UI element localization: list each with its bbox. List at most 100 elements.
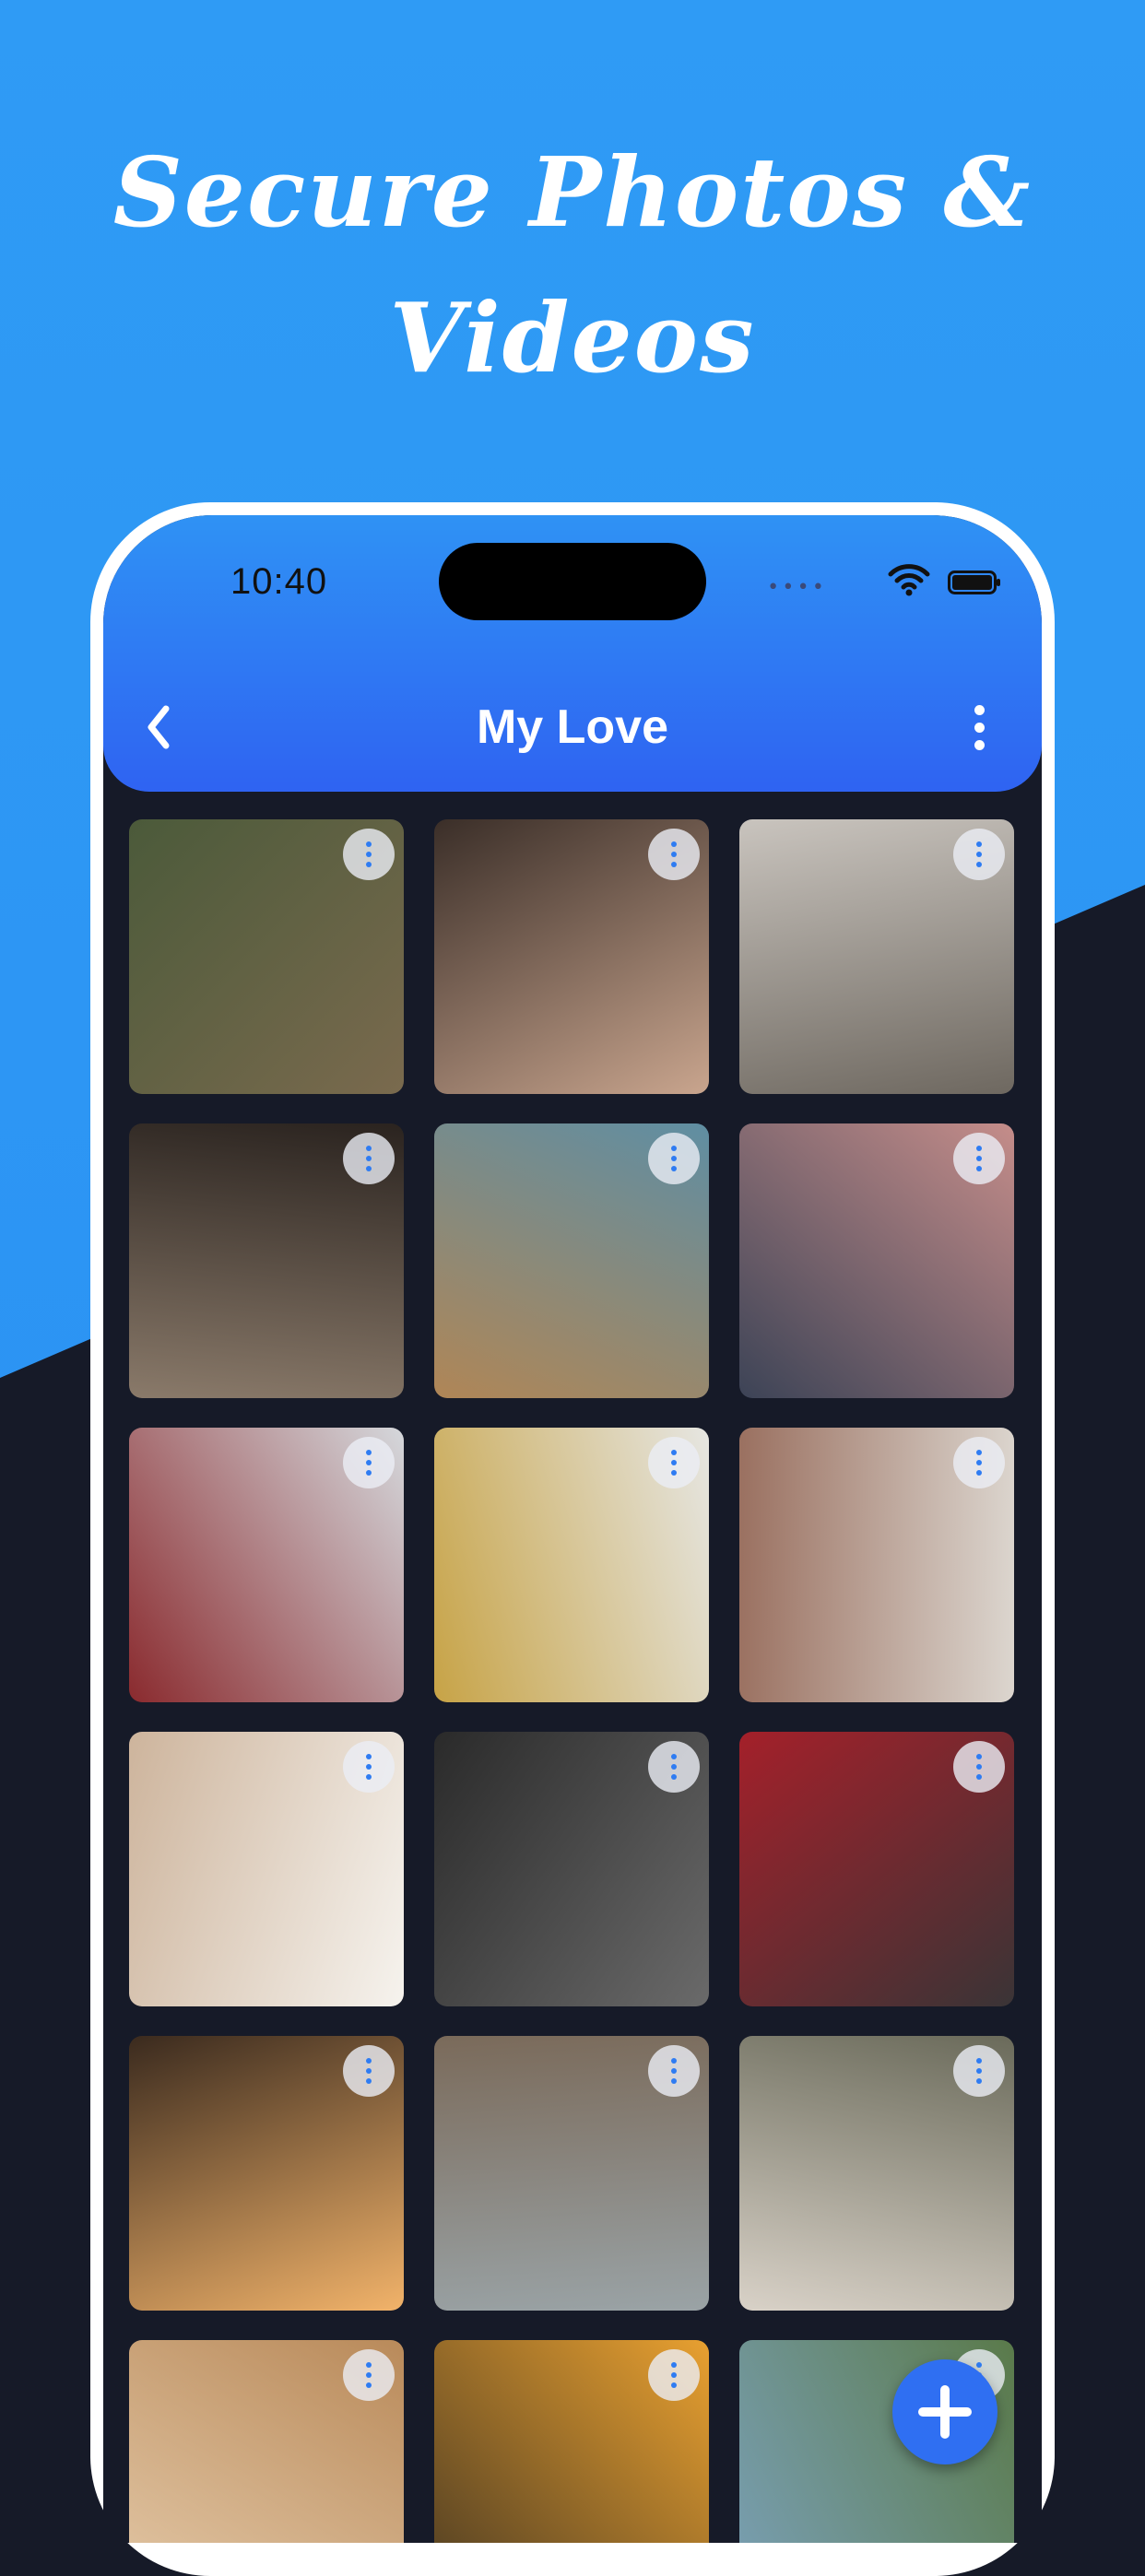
- dynamic-island: [439, 543, 706, 620]
- photo-more-button[interactable]: [343, 1437, 395, 1488]
- more-vertical-icon: [366, 841, 372, 847]
- photo-more-button[interactable]: [953, 829, 1005, 880]
- photo-grid: [129, 819, 1016, 2543]
- photo-tile[interactable]: [434, 2340, 709, 2543]
- more-vertical-icon: [671, 841, 677, 847]
- more-vertical-icon: [366, 1166, 372, 1171]
- more-vertical-icon: [976, 2068, 982, 2074]
- more-vertical-icon: [976, 852, 982, 857]
- photo-more-button[interactable]: [648, 2349, 700, 2401]
- more-vertical-icon: [671, 1460, 677, 1465]
- status-time: 10:40: [230, 561, 328, 602]
- more-vertical-icon: [671, 1450, 677, 1455]
- photo-more-button[interactable]: [343, 1133, 395, 1184]
- more-vertical-icon: [671, 2078, 677, 2084]
- headline: Secure Photos & Videos: [112, 135, 1033, 394]
- more-vertical-icon: [671, 1166, 677, 1171]
- top-bar: 10:40 •••• My Love: [103, 515, 1042, 792]
- more-vertical-icon: [671, 2382, 677, 2388]
- more-vertical-icon: [671, 862, 677, 867]
- more-vertical-icon: [671, 1764, 677, 1770]
- more-vertical-icon: [366, 2362, 372, 2368]
- more-vertical-icon: [976, 1146, 982, 1151]
- more-vertical-icon: [671, 2362, 677, 2368]
- more-vertical-icon: [671, 1470, 677, 1476]
- more-vertical-icon: [366, 2078, 372, 2084]
- signal-icon: ••••: [767, 576, 827, 599]
- photo-more-button[interactable]: [648, 2045, 700, 2097]
- phone-screen: 10:40 •••• My Love: [103, 515, 1042, 2543]
- wifi-icon: [888, 564, 930, 596]
- more-vertical-icon: [976, 2058, 982, 2064]
- more-vertical-icon: [976, 1764, 982, 1770]
- more-vertical-icon: [976, 1156, 982, 1161]
- page-title: My Love: [476, 700, 669, 754]
- photo-more-button[interactable]: [648, 1741, 700, 1793]
- photo-tile[interactable]: [129, 2036, 404, 2311]
- photo-tile[interactable]: [739, 819, 1014, 1094]
- more-options-button[interactable]: [951, 690, 1007, 764]
- more-vertical-icon: [671, 2372, 677, 2378]
- photo-more-button[interactable]: [343, 2045, 395, 2097]
- photo-more-button[interactable]: [343, 1741, 395, 1793]
- photo-tile[interactable]: [739, 1123, 1014, 1398]
- more-vertical-icon: [366, 2382, 372, 2388]
- more-vertical-icon: [671, 2068, 677, 2074]
- status-icons: ••••: [767, 564, 1000, 602]
- more-vertical-icon: [976, 862, 982, 867]
- more-vertical-icon: [671, 852, 677, 857]
- more-vertical-icon: [366, 1470, 372, 1476]
- photo-tile[interactable]: [434, 819, 709, 1094]
- more-vertical-icon: [974, 705, 985, 715]
- more-vertical-icon: [366, 2058, 372, 2064]
- photo-tile[interactable]: [739, 1428, 1014, 1702]
- more-vertical-icon: [366, 852, 372, 857]
- more-vertical-icon: [671, 1146, 677, 1151]
- more-vertical-icon: [366, 1460, 372, 1465]
- photo-tile[interactable]: [434, 1428, 709, 1702]
- more-vertical-icon: [976, 1774, 982, 1780]
- photo-tile[interactable]: [129, 819, 404, 1094]
- more-vertical-icon: [976, 1470, 982, 1476]
- photo-more-button[interactable]: [648, 1133, 700, 1184]
- add-photo-button[interactable]: [892, 2359, 997, 2464]
- more-vertical-icon: [366, 2068, 372, 2074]
- photo-more-button[interactable]: [343, 829, 395, 880]
- battery-icon: [948, 570, 1000, 594]
- photo-tile[interactable]: [739, 1732, 1014, 2006]
- photo-tile[interactable]: [739, 2036, 1014, 2311]
- photo-tile[interactable]: [434, 2036, 709, 2311]
- photo-more-button[interactable]: [648, 829, 700, 880]
- more-vertical-icon: [366, 1146, 372, 1151]
- more-vertical-icon: [366, 1754, 372, 1759]
- photo-tile[interactable]: [434, 1123, 709, 1398]
- more-vertical-icon: [976, 1460, 982, 1465]
- photo-tile[interactable]: [129, 1428, 404, 1702]
- photo-more-button[interactable]: [648, 1437, 700, 1488]
- more-vertical-icon: [366, 1774, 372, 1780]
- more-vertical-icon: [976, 2362, 982, 2368]
- more-vertical-icon: [976, 1166, 982, 1171]
- more-vertical-icon: [976, 2078, 982, 2084]
- more-vertical-icon: [366, 1450, 372, 1455]
- photo-tile[interactable]: [129, 2340, 404, 2543]
- more-vertical-icon: [671, 1754, 677, 1759]
- photo-tile[interactable]: [129, 1123, 404, 1398]
- more-vertical-icon: [671, 1156, 677, 1161]
- more-vertical-icon: [671, 1774, 677, 1780]
- photo-tile[interactable]: [434, 1732, 709, 2006]
- photo-more-button[interactable]: [953, 1133, 1005, 1184]
- more-vertical-icon: [366, 862, 372, 867]
- photo-more-button[interactable]: [953, 1741, 1005, 1793]
- more-vertical-icon: [366, 1156, 372, 1161]
- photo-more-button[interactable]: [343, 2349, 395, 2401]
- more-vertical-icon: [976, 841, 982, 847]
- more-vertical-icon: [366, 1764, 372, 1770]
- photo-more-button[interactable]: [953, 2045, 1005, 2097]
- more-vertical-icon: [366, 2372, 372, 2378]
- photo-more-button[interactable]: [953, 1437, 1005, 1488]
- more-vertical-icon: [976, 1754, 982, 1759]
- more-vertical-icon: [671, 2058, 677, 2064]
- more-vertical-icon: [976, 1450, 982, 1455]
- photo-tile[interactable]: [129, 1732, 404, 2006]
